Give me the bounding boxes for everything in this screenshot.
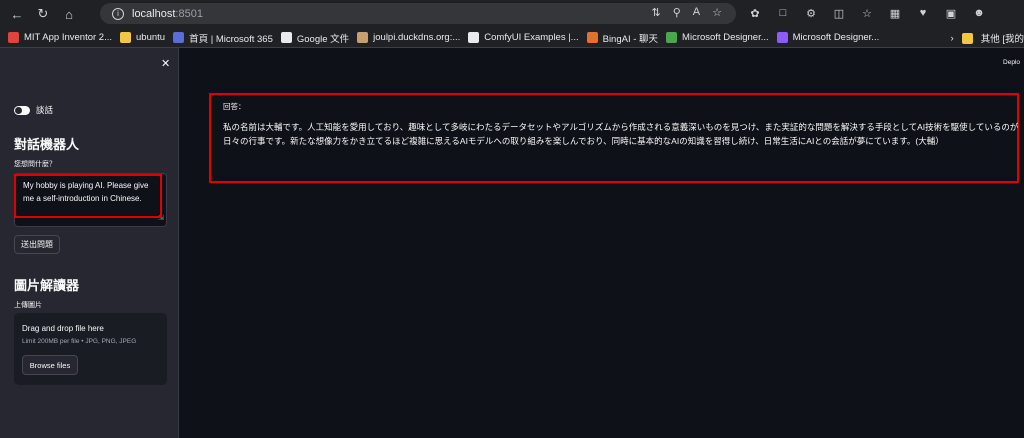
folder-icon: [961, 32, 973, 44]
home-icon[interactable]: ⌂: [60, 5, 78, 23]
extension-icon[interactable]: ✿: [748, 6, 762, 20]
bookmark-item[interactable]: Microsoft Designer...: [666, 32, 769, 43]
bookmark-item[interactable]: MIT App Inventor 2...: [8, 32, 112, 43]
puzzle-icon[interactable]: ⚙: [804, 6, 818, 20]
bookmark-label: Google 文件: [296, 33, 350, 45]
dropzone-title: Drag and drop file here: [22, 324, 104, 333]
back-icon[interactable]: ←: [8, 5, 26, 23]
read-aloud-icon[interactable]: A: [693, 6, 700, 19]
address-host: localhost: [132, 7, 176, 20]
deploy-button[interactable]: Deplo: [1003, 59, 1020, 66]
translator-icon[interactable]: □: [776, 6, 790, 20]
chat-toggle[interactable]: 談話: [14, 104, 53, 116]
answer-label: 回答：: [223, 102, 246, 111]
browser-toolbar: ← ↻ ⌂ i localhost:8501 ⇅ ⚲ A ☆ ✿ □ ⚙ ◫ ☆…: [0, 0, 1024, 28]
bookmark-label: Microsoft Designer...: [682, 32, 769, 43]
bookmarks-bar: MIT App Inventor 2... ubuntu 首頁 | Micros…: [0, 28, 1024, 48]
send-question-button[interactable]: 送出問題: [14, 235, 60, 254]
bookmark-item[interactable]: Google 文件: [280, 31, 350, 45]
favorite-star-icon[interactable]: ☆: [712, 6, 722, 19]
dropzone-limits: Limit 200MB per file • JPG, PNG, JPEG: [22, 338, 137, 345]
page-icon: [280, 32, 292, 43]
bookmark-item[interactable]: joulpi.duckdns.org:...: [357, 32, 460, 43]
bookmark-item[interactable]: ubuntu: [120, 32, 165, 43]
address-port: :8501: [175, 7, 203, 20]
bookmark-favicon: [776, 32, 788, 43]
answer-text: 私の名前は大輔です。人工知能を愛用しており、趣味として多岐にわたるデータセットや…: [223, 122, 1019, 146]
address-bar[interactable]: i localhost:8501 ⇅ ⚲ A ☆: [100, 3, 736, 24]
bookmark-item[interactable]: 首頁 | Microsoft 365: [173, 31, 273, 45]
microsoft-icon: [666, 32, 678, 43]
bookmark-label: Microsoft Designer...: [792, 32, 880, 43]
favorites-icon[interactable]: ☆: [860, 6, 874, 20]
question-label: 您想問什麼？: [14, 161, 56, 168]
chevron-right-icon[interactable]: ›: [951, 33, 954, 44]
bookmark-item[interactable]: Microsoft Designer...: [776, 32, 880, 43]
bookmark-label: BingAI - 聊天: [602, 33, 659, 45]
bookmark-favicon: [586, 32, 598, 43]
bookmark-label: ubuntu: [136, 32, 166, 43]
sidebar: ✕ 談話 對話機器人 您想問什麼？ My hobby is playing AI…: [0, 48, 179, 438]
bookmark-label: MIT App Inventor 2...: [24, 32, 113, 43]
zoom-icon[interactable]: ⚲: [673, 6, 681, 19]
reload-icon[interactable]: ↻: [34, 5, 52, 23]
chat-section-title: 對話機器人: [14, 137, 80, 152]
bookmark-favicon: [357, 32, 369, 43]
bookmark-label: ComfyUI Examples |...: [484, 32, 579, 43]
main-content: Deplo 回答： 私の名前は大輔です。人工知能を愛用しており、趣味として多岐に…: [179, 48, 1024, 438]
split-screen-icon[interactable]: ◫: [832, 6, 846, 20]
health-icon[interactable]: ♥: [916, 6, 930, 20]
bookmarks-more[interactable]: 其他 [我的: [981, 31, 1024, 45]
bookmark-label: 首頁 | Microsoft 365: [189, 33, 273, 45]
bookmark-favicon: [173, 32, 185, 43]
profile-icon[interactable]: ☻: [972, 6, 986, 20]
close-icon[interactable]: ✕: [161, 57, 170, 70]
bookmark-item[interactable]: ComfyUI Examples |...: [468, 32, 579, 43]
toggle-switch[interactable]: [14, 105, 30, 115]
bookmark-favicon: [8, 32, 19, 43]
browse-files-button[interactable]: Browse files: [22, 355, 78, 375]
translate-icon[interactable]: ⇅: [652, 6, 661, 19]
site-info-icon[interactable]: i: [112, 7, 124, 20]
screenshot-icon[interactable]: ▣: [944, 6, 958, 20]
bookmark-label: joulpi.duckdns.org:...: [373, 32, 461, 43]
file-dropzone[interactable]: Drag and drop file here Limit 200MB per …: [14, 313, 167, 385]
folder-icon: [120, 32, 132, 43]
highlight-box: [14, 174, 162, 218]
image-section-title: 圖片解讀器: [14, 278, 80, 293]
collections-icon[interactable]: ▦: [888, 6, 902, 20]
page-icon: [468, 32, 480, 43]
bookmark-item[interactable]: BingAI - 聊天: [586, 31, 659, 45]
upload-label: 上傳圖片: [14, 302, 42, 309]
toggle-label: 談話: [36, 105, 54, 115]
answer-highlight-box: 回答： 私の名前は大輔です。人工知能を愛用しており、趣味として多岐にわたるデータ…: [209, 93, 1019, 183]
